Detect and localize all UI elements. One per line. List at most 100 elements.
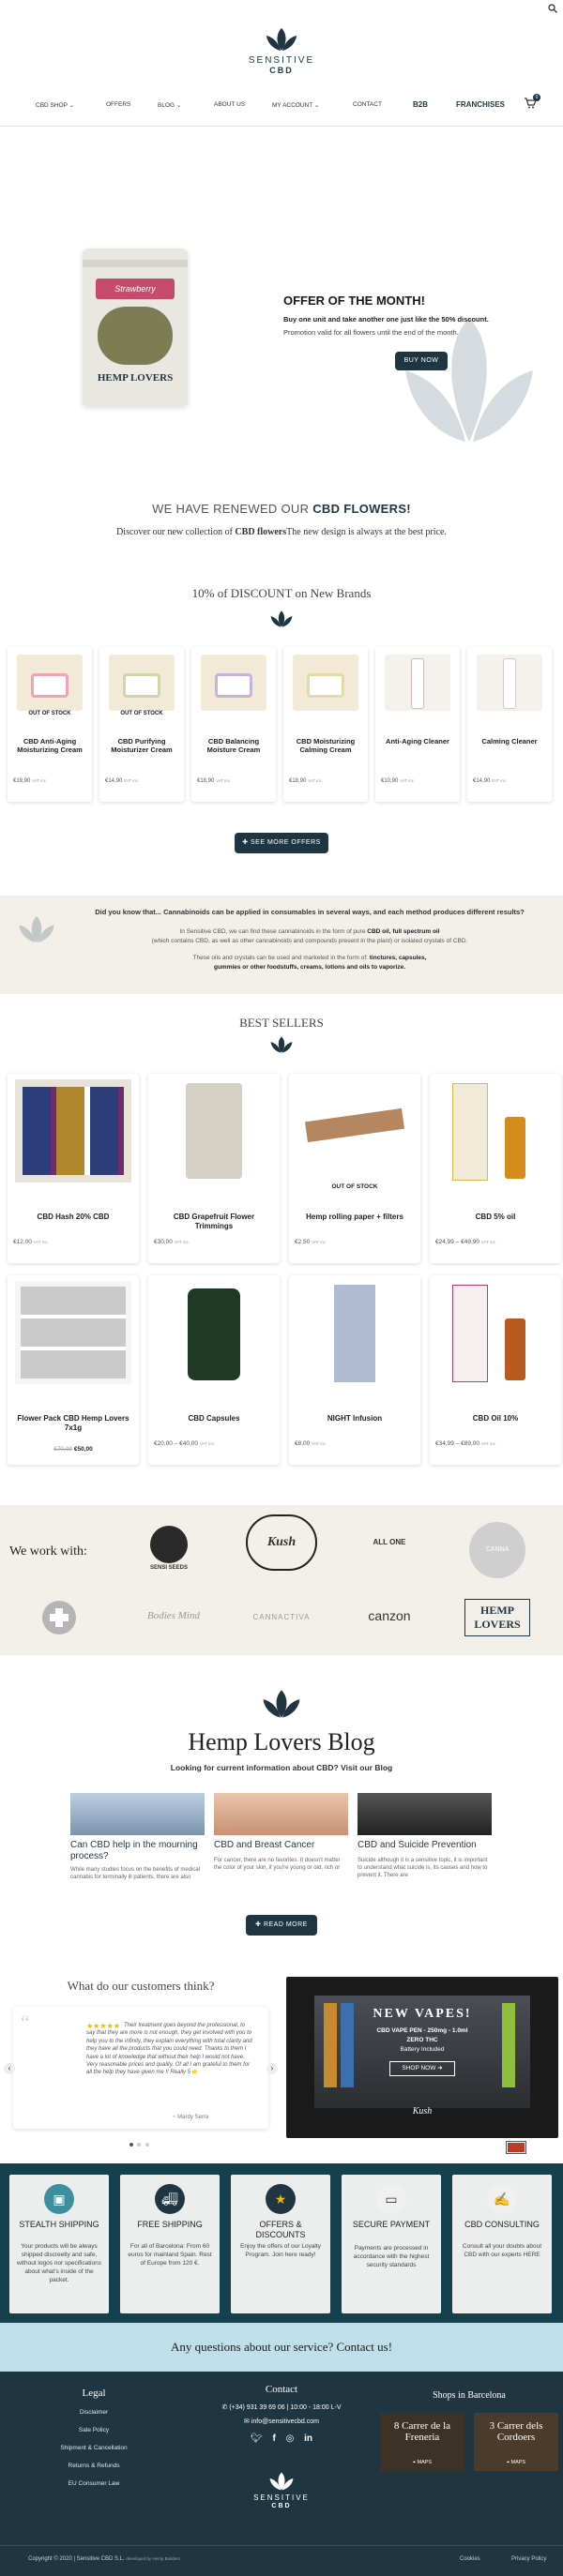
shop-card-cordoers[interactable]: 3 Carrer dels Cordoers ⌖ MAPS (474, 2413, 558, 2471)
product-name[interactable]: Flower Pack CBD Hemp Lovers 7x1g (13, 1414, 133, 1433)
privacy-policy-link[interactable]: Privacy Policy (511, 2556, 546, 2562)
contact-banner[interactable]: Any questions about our service? Contact… (0, 2323, 563, 2372)
feature-card[interactable]: 🚚︎ FREE SHIPPING For all of Barcelona: Fro… (120, 2175, 220, 2313)
feature-card[interactable]: ✍ CBD CONSULTING Consult all your doubts a… (452, 2175, 552, 2313)
info-paragraph1: In Sensitive CBD, we can find these cann… (151, 928, 468, 944)
review-next-button[interactable]: › (266, 2063, 278, 2074)
product-card[interactable]: Anti-Aging Cleaner €10,90 VAT inc. (375, 647, 460, 802)
footer-contact-title: Contact (265, 2384, 298, 2395)
footer-email[interactable]: ✉ info@sensitivecbd.com (188, 2418, 375, 2425)
hero-product-image[interactable]: Strawberry HEMP LOVERS (83, 249, 188, 406)
product-image[interactable] (437, 1079, 554, 1183)
nav-about-us[interactable]: ABOUT US (214, 101, 245, 108)
facebook-icon[interactable]: f (272, 2433, 275, 2444)
partner-logo-canna[interactable]: CANNA (469, 1522, 525, 1578)
product-name[interactable]: CBD Capsules (154, 1414, 274, 1424)
nav-offers[interactable]: OFFERS (106, 101, 130, 108)
product-name[interactable]: CBD 5% oil (435, 1213, 555, 1222)
product-card[interactable]: NIGHT Infusion €8,00 VAT inc. (289, 1275, 420, 1465)
product-image[interactable] (17, 655, 83, 711)
feature-card[interactable]: ▣ STEALTH SHIPPING Your products will be a… (9, 2175, 109, 2313)
product-image[interactable] (156, 1079, 272, 1183)
blog-post-image[interactable] (214, 1793, 348, 1835)
product-name[interactable]: CBD Hash 20% CBD (13, 1213, 133, 1222)
product-card[interactable]: OUT OF STOCK CBD Anti-Aging Moisturizing … (8, 647, 92, 802)
product-image[interactable] (201, 655, 266, 711)
product-image[interactable] (477, 655, 542, 711)
product-card[interactable]: OUT OF STOCK Hemp rolling paper + filters… (289, 1074, 420, 1263)
feature-card[interactable]: ★ OFFERS & DISCOUNTS Enjoy the offers of o… (231, 2175, 330, 2313)
partner-logo-allone[interactable]: ALL ONE (357, 1538, 422, 1546)
linkedin-icon[interactable]: in (304, 2433, 312, 2444)
site-logo[interactable]: SENSITIVE CBD (235, 26, 328, 75)
product-card[interactable]: Flower Pack CBD Hemp Lovers 7x1g €70,00 €… (8, 1275, 139, 1465)
product-name[interactable]: CBD Purifying Moisturizer Cream (103, 737, 180, 754)
read-more-button[interactable]: ✚ READ MORE (246, 1915, 317, 1936)
blog-post-image[interactable] (70, 1793, 205, 1835)
partner-logo-kush[interactable]: Kush (246, 1514, 317, 1571)
legal-link[interactable]: Returns & Refunds (47, 2463, 141, 2469)
blog-post-image[interactable] (358, 1793, 492, 1835)
legal-link[interactable]: Disclaimer (47, 2409, 141, 2416)
partner-logo-cross[interactable] (42, 1601, 76, 1634)
product-image[interactable] (15, 1281, 131, 1384)
vape-promo-banner[interactable]: NEW VAPES! CBD VAPE PEN - 250mg - 1.0ml … (286, 1977, 558, 2138)
nav-contact[interactable]: CONTACT (353, 101, 382, 108)
blog-post-title[interactable]: CBD and Breast Cancer (214, 1840, 348, 1851)
product-card[interactable]: CBD 5% oil €24,99 – €49,90 VAT inc. (430, 1074, 561, 1263)
product-name[interactable]: Hemp rolling paper + filters (295, 1213, 415, 1222)
review-prev-button[interactable]: ‹ (4, 2063, 15, 2074)
partner-logo-canzon[interactable]: canzon (357, 1608, 422, 1623)
partner-logo-hemp-lovers[interactable]: HEMP LOVERS (464, 1599, 530, 1636)
product-image[interactable] (15, 1079, 131, 1183)
legal-link[interactable]: EU Consumer Law (47, 2480, 141, 2487)
partner-logo-sensi[interactable]: SENSI SEEDS (141, 1526, 197, 1571)
product-name[interactable]: Anti-Aging Cleaner (379, 737, 456, 746)
product-name[interactable]: CBD Grapefruit Flower Trimmings (154, 1213, 274, 1231)
partner-logo-bodies-mind[interactable]: Bodies Mind (141, 1610, 206, 1621)
legal-link[interactable]: Sale Policy (47, 2427, 141, 2433)
product-image[interactable] (437, 1281, 554, 1384)
partners-title: We work with: (9, 1544, 87, 1559)
instagram-icon[interactable]: ◎ (286, 2433, 295, 2444)
blog-post-title[interactable]: Can CBD help in the mourning process? (70, 1840, 205, 1862)
product-image[interactable] (297, 1079, 413, 1183)
product-card[interactable]: CBD Balancing Moisture Cream €18,90 VAT i… (191, 647, 276, 802)
product-card[interactable]: OUT OF STOCK CBD Purifying Moisturizer Cr… (99, 647, 184, 802)
twitter-icon[interactable]: 🐦︎ (251, 2433, 263, 2444)
product-image[interactable] (109, 655, 175, 711)
product-image[interactable] (385, 655, 450, 711)
product-card[interactable]: CBD Grapefruit Flower Trimmings €30,00 VA… (148, 1074, 280, 1263)
see-more-offers-button[interactable]: ✚ SEE MORE OFFERS (235, 833, 328, 853)
legal-link[interactable]: Shipment & Cancellation (47, 2445, 141, 2451)
product-image[interactable] (156, 1281, 272, 1384)
nav-franchises[interactable]: FRANCHISES (456, 100, 505, 109)
nav-my-account[interactable]: MY ACCOUNT ⌄ (272, 101, 319, 109)
nav-cbd-shop[interactable]: CBD SHOP ⌄ (36, 101, 74, 109)
product-name[interactable]: CBD Oil 10% (435, 1414, 555, 1424)
product-card[interactable]: CBD Capsules €20,00 – €40,00 VAT inc. (148, 1275, 280, 1465)
product-name[interactable]: CBD Balancing Moisture Cream (195, 737, 272, 754)
product-card[interactable]: CBD Hash 20% CBD €12,00 VAT inc. (8, 1074, 139, 1263)
cookies-link[interactable]: Cookies (460, 2556, 480, 2562)
product-name[interactable]: NIGHT Infusion (295, 1414, 415, 1424)
product-name[interactable]: CBD Moisturizing Calming Cream (287, 737, 364, 754)
product-image[interactable] (293, 655, 358, 711)
feature-card[interactable]: ▭ SECURE PAYMENT Payments are processed in… (342, 2175, 441, 2313)
search-icon[interactable] (548, 4, 557, 13)
product-name[interactable]: CBD Anti-Aging Moisturizing Cream (11, 737, 88, 754)
nav-b2b[interactable]: B2B (413, 100, 428, 109)
info-question: Did you know that... Cannabinoids can be… (95, 908, 525, 916)
product-card[interactable]: CBD Moisturizing Calming Cream €18,90 VAT… (283, 647, 368, 802)
buy-now-button[interactable]: BUY NOW (395, 352, 448, 370)
flag-icon[interactable] (507, 2142, 525, 2153)
shop-card-freneria[interactable]: 8 Carrer de la Freneria ⌖ MAPS (380, 2413, 464, 2471)
shop-now-button[interactable]: SHOP NOW ➜ (389, 2061, 455, 2076)
blog-post-title[interactable]: CBD and Suicide Prevention (358, 1840, 492, 1851)
partner-logo-cannactiva[interactable]: CANNACTIVA (244, 1613, 319, 1621)
product-card[interactable]: CBD Oil 10% €34,99 – €89,00 VAT inc. (430, 1275, 561, 1465)
nav-blog[interactable]: BLOG ⌄ (158, 101, 181, 109)
product-name[interactable]: Calming Cleaner (471, 737, 548, 746)
product-card[interactable]: Calming Cleaner €14,90 VAT inc. (467, 647, 552, 802)
product-image[interactable] (297, 1281, 413, 1384)
